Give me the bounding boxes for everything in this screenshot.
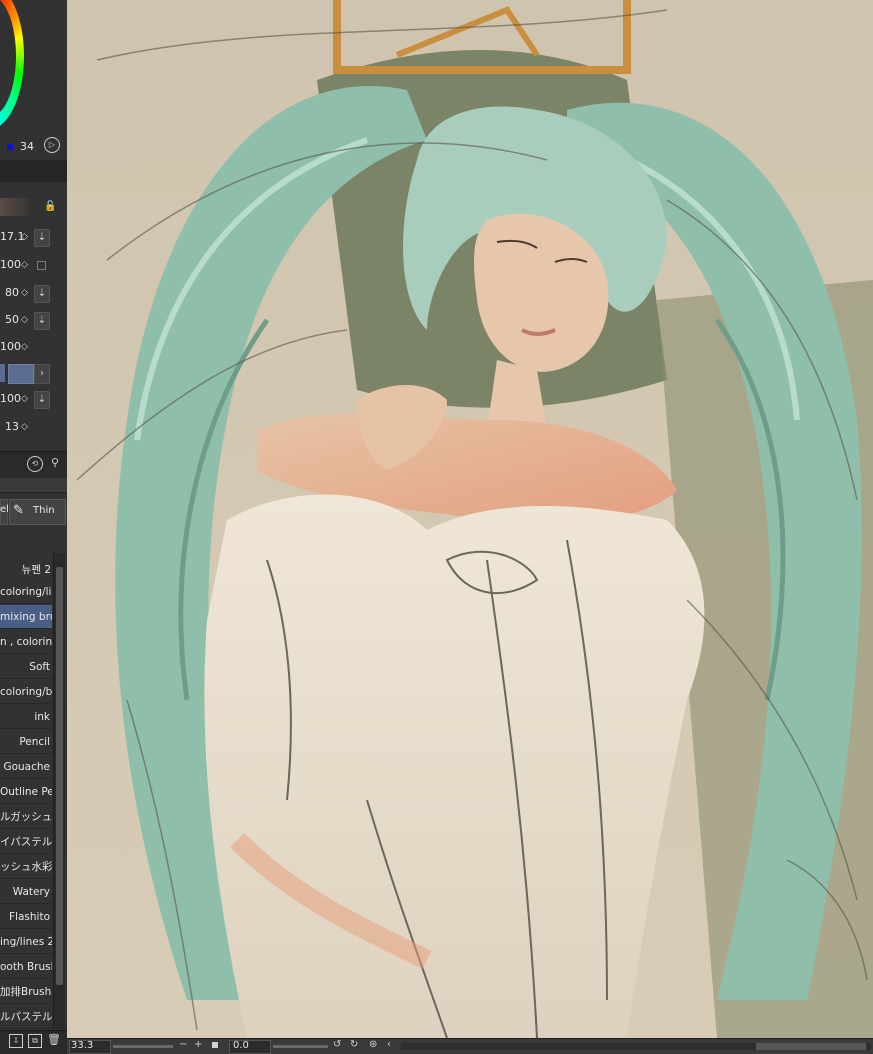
property-stabilization-value[interactable]: 13	[0, 418, 19, 436]
status-bar: 33.3 − + 0.0 ↺ ↻ ⊛ ‹	[67, 1038, 873, 1054]
brush-item[interactable]: Pencil	[0, 730, 52, 754]
brush-item[interactable]: イパステル	[0, 830, 52, 854]
subtool-tab-2-label: Thin	[33, 505, 55, 516]
chevron-right-icon[interactable]: ›	[34, 364, 50, 384]
brush-item[interactable]: Flashito	[0, 905, 52, 929]
lock-icon[interactable]: 🔓	[44, 202, 56, 212]
color-swatch-blue[interactable]	[7, 144, 13, 150]
dynamics-button[interactable]: ⇣	[34, 229, 50, 247]
chevron-left-icon[interactable]: ‹	[387, 1039, 391, 1050]
property-density-value[interactable]: 80	[0, 284, 19, 302]
reset-icon[interactable]: ⟲	[27, 456, 43, 472]
brush-item[interactable]: Watery	[0, 880, 52, 904]
rotate-left-icon[interactable]: ↺	[333, 1039, 341, 1050]
color-value-label: 34	[20, 140, 34, 153]
trash-icon[interactable]: 🗑	[47, 1034, 61, 1046]
brush-item[interactable]: Outline Pen	[0, 780, 52, 804]
color-wheel[interactable]	[0, 0, 40, 130]
property-size-value[interactable]: 17.1	[0, 228, 25, 246]
checkbox-icon[interactable]	[37, 261, 46, 270]
copy-icon[interactable]: ⧉	[28, 1034, 42, 1048]
brush-item[interactable]: ing/lines 2	[0, 930, 52, 954]
reset-rotation-icon[interactable]: ⊛	[369, 1039, 377, 1050]
brush-item[interactable]: ooth Brush	[0, 955, 52, 979]
property-color-field[interactable]	[8, 364, 34, 384]
spin-icon[interactable]: ◇	[21, 390, 28, 408]
brush-item[interactable]: coloring/bgs	[0, 680, 52, 704]
brush-item[interactable]: ink	[0, 705, 52, 729]
fit-icon[interactable]	[212, 1042, 218, 1048]
brush-item-selected[interactable]: mixing brush	[0, 605, 52, 629]
spin-icon[interactable]: ◇	[21, 311, 28, 329]
brush-item[interactable]: Soft	[0, 655, 52, 679]
brush-item[interactable]: Gouache	[0, 755, 52, 779]
download-icon[interactable]: ⇩	[9, 1034, 23, 1048]
brush-item[interactable]: 加排Brush	[0, 980, 52, 1004]
spin-icon[interactable]: ◇	[21, 284, 28, 302]
subtool-tab-1-label: el	[0, 504, 9, 515]
spin-icon[interactable]: ◇	[21, 418, 28, 436]
drawing-canvas[interactable]	[67, 0, 873, 1038]
brush-item[interactable]: n , coloring	[0, 630, 52, 654]
spin-icon[interactable]: ◇	[21, 256, 28, 274]
zoom-value: 33.3	[71, 1040, 94, 1051]
property-texture-value[interactable]: 100	[0, 390, 21, 408]
spin-icon[interactable]: ◇	[21, 338, 28, 356]
wrench-icon[interactable]: ⚲	[48, 456, 62, 470]
scrollbar-thumb[interactable]	[56, 567, 63, 985]
horizontal-scrollbar[interactable]	[401, 1043, 871, 1050]
dynamics-button[interactable]: ⇣	[34, 312, 50, 330]
brush-item[interactable]: ッシュ水彩	[0, 855, 52, 879]
sub-panel-header	[0, 478, 67, 493]
brush-preview	[0, 198, 30, 216]
brush-item[interactable]: coloring/lines	[0, 580, 52, 604]
panel-divider	[0, 160, 67, 182]
scrollbar-thumb[interactable]	[756, 1043, 866, 1050]
zoom-slider[interactable]	[113, 1045, 173, 1048]
dynamics-button[interactable]: ⇣	[34, 285, 50, 303]
brush-group-label[interactable]: 뉴펜 2	[22, 562, 51, 577]
rotation-value: 0.0	[233, 1040, 249, 1051]
zoom-out-icon[interactable]: −	[179, 1039, 187, 1050]
dynamics-button[interactable]: ⇣	[34, 391, 50, 409]
artwork	[67, 0, 873, 1038]
play-icon[interactable]: ▷	[44, 137, 60, 153]
spin-icon[interactable]: ◇	[21, 228, 28, 246]
property-blend-value[interactable]: 50	[0, 311, 19, 329]
brush-list: coloring/lines mixing brush n , coloring…	[0, 580, 53, 1029]
rotate-right-icon[interactable]: ↻	[350, 1039, 358, 1050]
property-amount-value[interactable]: 100	[0, 338, 21, 356]
rotation-slider[interactable]	[273, 1045, 328, 1048]
property-color-bar[interactable]	[0, 364, 5, 382]
brush-list-scrollbar[interactable]	[53, 553, 65, 1029]
property-opacity-value[interactable]: 100	[0, 256, 21, 274]
tool-panel: 34 ▷ 🔓 17.1 ◇ ⇣ 100 ◇ 80 ◇ ⇣ 50 ◇ ⇣ 100 …	[0, 0, 68, 1053]
zoom-in-icon[interactable]: +	[194, 1039, 202, 1050]
brush-item[interactable]: ルパステル	[0, 1005, 52, 1029]
pen-icon: ✎	[13, 503, 24, 518]
brush-item[interactable]: ルガッシュ	[0, 805, 52, 829]
